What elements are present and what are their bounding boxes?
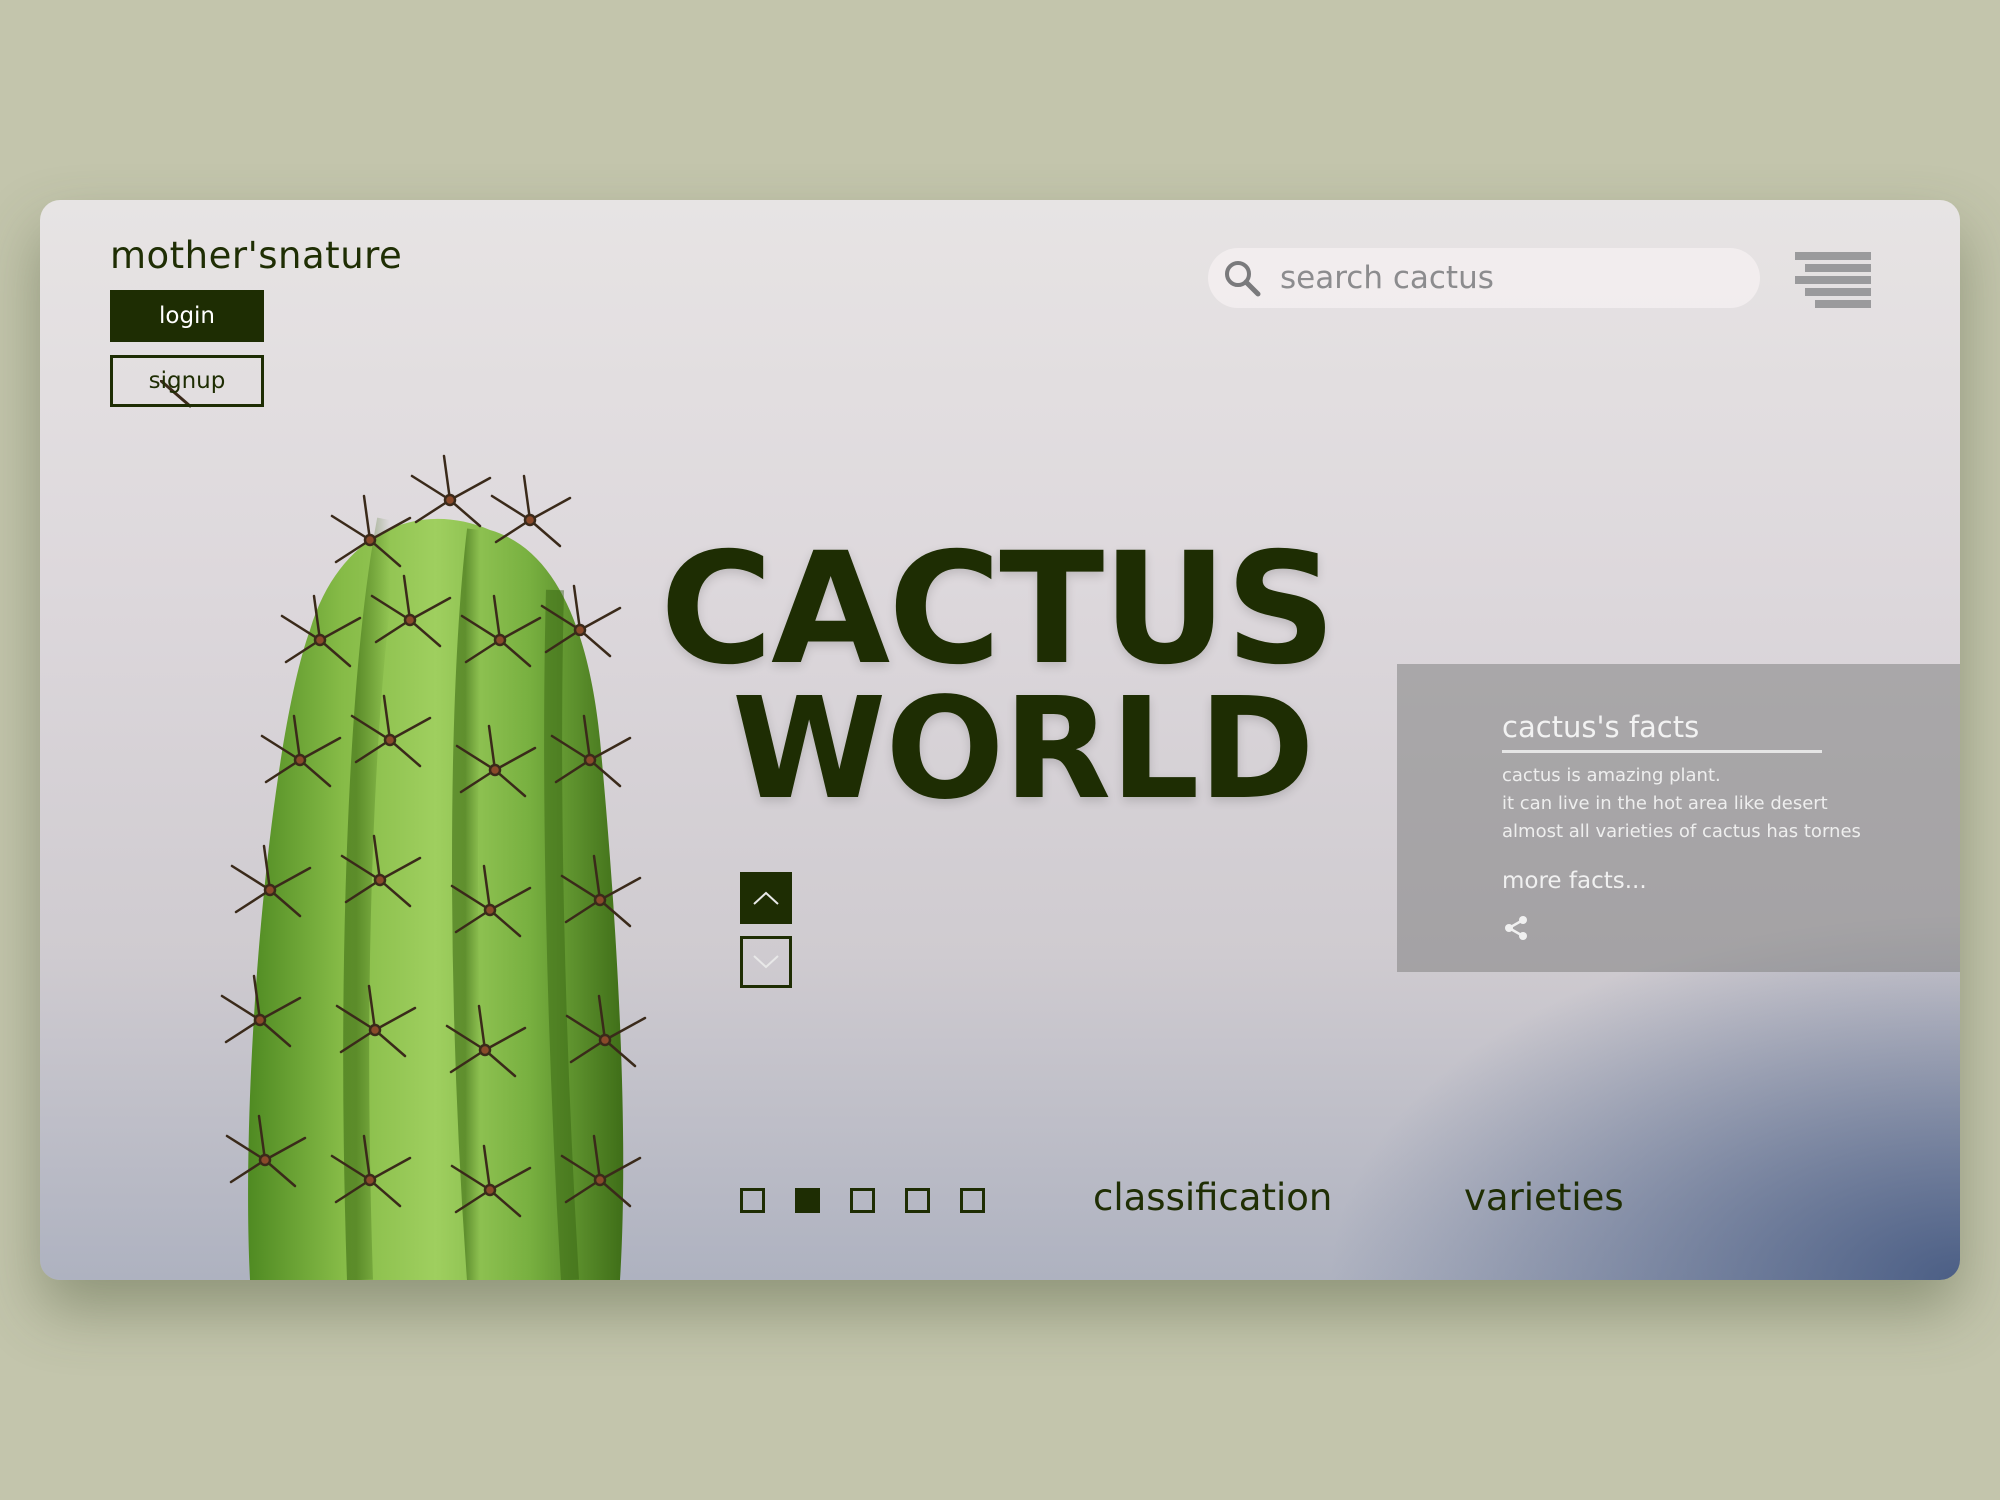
scroll-up-button[interactable] — [740, 872, 792, 924]
more-facts-link[interactable]: more facts... — [1502, 868, 1647, 894]
hero-title-line2: WORLD — [732, 668, 1315, 831]
pager-dot[interactable] — [850, 1188, 875, 1213]
pager-dot[interactable] — [905, 1188, 930, 1213]
menu-icon[interactable] — [1795, 252, 1871, 308]
search-bar — [1208, 248, 1760, 308]
signup-button[interactable]: signup — [110, 355, 264, 407]
chevron-down-icon — [753, 955, 779, 969]
nav-classification[interactable]: classification — [1093, 1176, 1332, 1219]
facts-title: cactus's facts — [1502, 710, 1822, 753]
brand-name[interactable]: mother'snature — [110, 234, 402, 277]
hero-card: mother'snature login signup CACTUS WORLD… — [40, 200, 1960, 1280]
facts-panel: cactus's facts cactus is amazing plant. … — [1397, 664, 1960, 972]
pager-dot-active[interactable] — [795, 1188, 820, 1213]
hero-title-line1: CACTUS — [660, 520, 1336, 699]
facts-line: almost all varieties of cactus has torne… — [1502, 821, 1861, 842]
search-icon[interactable] — [1220, 256, 1264, 300]
hero-title: CACTUS WORLD — [660, 520, 1360, 831]
nav-varieties[interactable]: varieties — [1464, 1176, 1624, 1219]
login-button[interactable]: login — [110, 290, 264, 342]
scroll-down-button[interactable] — [740, 936, 792, 988]
chevron-up-icon — [753, 891, 779, 905]
pager-dot[interactable] — [960, 1188, 985, 1213]
share-icon[interactable] — [1502, 914, 1530, 942]
slide-pager — [740, 1188, 985, 1213]
facts-line: cactus is amazing plant. — [1502, 765, 1721, 786]
pager-dot[interactable] — [740, 1188, 765, 1213]
cactus-image — [160, 380, 647, 1280]
search-input[interactable] — [1278, 259, 1742, 297]
facts-line: it can live in the hot area like desert — [1502, 793, 1828, 814]
